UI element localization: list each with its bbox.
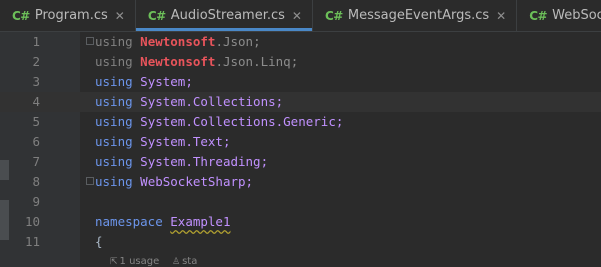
- package-name: Newtonsoft: [140, 54, 216, 69]
- code-text: using Newtonsoft.Json.Linq;: [95, 52, 298, 72]
- keyword: using: [95, 114, 133, 129]
- tab-label: MessageEventArgs.cs: [347, 8, 490, 23]
- line-number: 2: [32, 54, 40, 69]
- close-icon[interactable]: ✕: [496, 9, 506, 23]
- usages-icon: ⇱: [110, 257, 118, 267]
- tab-messageeventargs-cs[interactable]: C# MessageEventArgs.cs ✕: [313, 0, 516, 31]
- code-line-current: 4 using System.Collections;: [0, 92, 601, 112]
- line-number: 7: [32, 154, 40, 169]
- code-line: 7 using System.Threading;: [0, 152, 601, 172]
- namespace: System.Text;: [140, 134, 231, 149]
- namespace-rest: .Json.Linq;: [215, 54, 299, 69]
- keyword: using: [95, 154, 133, 169]
- code-line: 11 {: [0, 232, 601, 252]
- keyword: using: [95, 74, 133, 89]
- namespace-name: Example1: [170, 214, 231, 229]
- keyword: using: [95, 94, 133, 109]
- keyword: using: [95, 174, 133, 189]
- usages-link[interactable]: 1 usage: [120, 256, 160, 267]
- tab-label: WebSocketFrame: [552, 8, 601, 23]
- line-number: 9: [32, 194, 40, 209]
- author-link[interactable]: sta: [182, 256, 197, 267]
- line-number: 1: [32, 34, 40, 49]
- tab-label: AudioStreamer.cs: [170, 8, 285, 23]
- code-line: 3 using System;: [0, 72, 601, 92]
- package-name: Newtonsoft: [140, 34, 216, 49]
- code-text: using System.Threading;: [95, 152, 268, 172]
- code-text: using System.Text;: [95, 132, 230, 152]
- line-number: 3: [32, 74, 40, 89]
- code-text: using System.Collections;: [95, 92, 283, 112]
- code-line: 10 namespace Example1: [0, 212, 601, 232]
- code-text: using Newtonsoft.Json;: [95, 32, 261, 52]
- tab-websocketframe[interactable]: C# WebSocketFrame: [517, 0, 601, 31]
- keyword: namespace: [95, 214, 163, 229]
- tab-audiostreamer-cs[interactable]: C# AudioStreamer.cs ✕: [135, 0, 313, 31]
- namespace: WebSocketSharp;: [140, 174, 254, 189]
- code-vision-hint: ⇱ 1 usage ♙ sta: [110, 256, 197, 267]
- csharp-icon: C#: [324, 8, 343, 23]
- code-text: using System.Collections.Generic;: [95, 112, 343, 132]
- csharp-icon: C#: [147, 8, 166, 23]
- namespace: System.Collections;: [140, 94, 284, 109]
- namespace: System.Threading;: [140, 154, 269, 169]
- namespace: System;: [140, 74, 193, 89]
- keyword: using: [95, 34, 133, 49]
- fold-icon[interactable]: [86, 177, 94, 185]
- close-icon[interactable]: ✕: [115, 9, 125, 23]
- code-line: 9: [0, 192, 601, 212]
- code-line: 2 using Newtonsoft.Json.Linq;: [0, 52, 601, 72]
- close-icon[interactable]: ✕: [292, 9, 302, 23]
- line-number: 10: [24, 214, 40, 229]
- code-text: namespace Example1: [95, 212, 230, 232]
- code-text: using System;: [95, 72, 193, 92]
- author-icon: ♙: [171, 257, 181, 267]
- csharp-icon: C#: [12, 8, 30, 23]
- fold-icon[interactable]: [86, 37, 94, 45]
- code-line: 1 using Newtonsoft.Json;: [0, 32, 601, 52]
- code-text: using WebSocketSharp;: [95, 172, 253, 192]
- line-number: 11: [24, 234, 40, 249]
- namespace-rest: .Json;: [215, 34, 261, 49]
- line-number: 8: [32, 174, 40, 189]
- tab-label: Program.cs: [34, 8, 108, 23]
- line-number: 5: [32, 114, 40, 129]
- keyword: using: [95, 134, 133, 149]
- line-number: 6: [32, 134, 40, 149]
- tab-program-cs[interactable]: C# Program.cs ✕: [0, 0, 135, 31]
- code-line: 8 using WebSocketSharp;: [0, 172, 601, 192]
- keyword: using: [95, 54, 133, 69]
- namespace: System.Collections.Generic;: [140, 114, 344, 129]
- line-number: 4: [32, 94, 40, 109]
- code-line: 5 using System.Collections.Generic;: [0, 112, 601, 132]
- code-text: {: [95, 234, 103, 249]
- csharp-icon: C#: [529, 8, 548, 23]
- code-editor[interactable]: 1 using Newtonsoft.Json; 2 using Newtons…: [0, 32, 601, 252]
- editor-tab-bar: C# Program.cs ✕ C# AudioStreamer.cs ✕ C#…: [0, 0, 601, 32]
- code-line: 6 using System.Text;: [0, 132, 601, 152]
